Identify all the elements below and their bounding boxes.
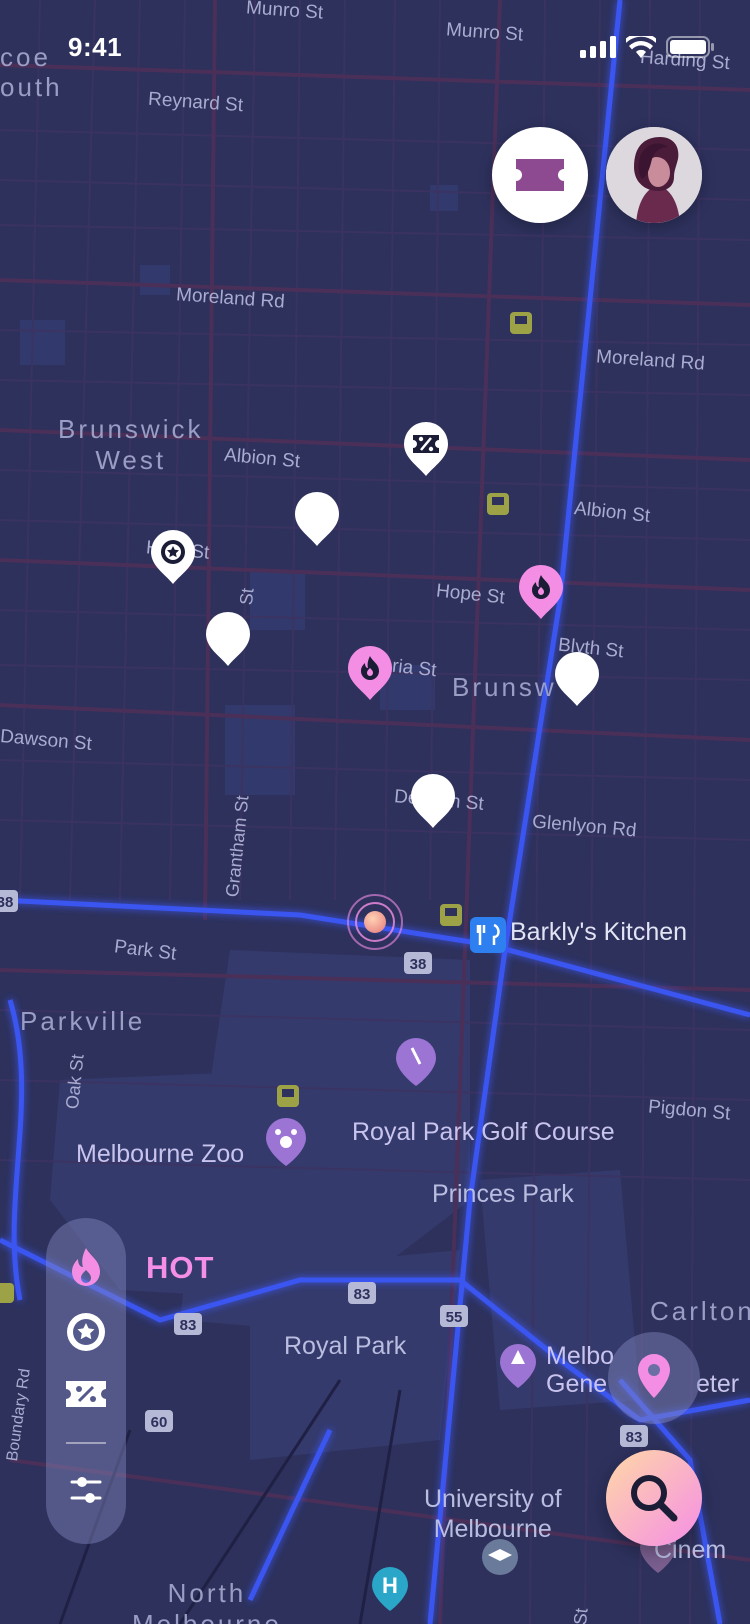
svg-text:H: H xyxy=(382,1573,398,1598)
area-label: Brunswick West xyxy=(58,414,204,475)
search-button[interactable] xyxy=(606,1450,702,1546)
star-badge-icon xyxy=(67,1313,105,1351)
street-label: St xyxy=(570,1607,592,1624)
search-icon xyxy=(631,1475,678,1522)
flame-icon xyxy=(72,1248,100,1286)
map-pin-featured[interactable] xyxy=(149,528,197,586)
user-avatar-button[interactable] xyxy=(606,127,702,223)
battery-icon xyxy=(666,36,714,58)
route-shield: 38 xyxy=(0,890,18,912)
map-pin[interactable] xyxy=(553,650,601,708)
svg-text:83: 83 xyxy=(626,1429,643,1446)
route-shield: 38 xyxy=(404,952,432,974)
filter-hot-button[interactable] xyxy=(62,1244,110,1292)
location-pin-icon xyxy=(638,1354,670,1398)
map-pin[interactable] xyxy=(204,610,252,668)
my-location-button[interactable] xyxy=(608,1332,700,1424)
route-shield: 83 xyxy=(348,1282,376,1304)
svg-text:83: 83 xyxy=(354,1286,371,1303)
route-shield: 55 xyxy=(440,1305,468,1327)
poi-label[interactable]: Melbo Gene xyxy=(546,1342,614,1398)
ticket-icon xyxy=(516,159,564,191)
user-location-marker xyxy=(347,894,403,950)
status-bar: 9:41 xyxy=(0,30,750,70)
user-avatar xyxy=(606,127,702,223)
map-pin-hot[interactable] xyxy=(517,563,565,621)
filter-settings-button[interactable] xyxy=(62,1466,110,1514)
filter-bar xyxy=(46,1218,126,1544)
tram-stop-icon xyxy=(277,1085,299,1107)
filter-deals-button[interactable] xyxy=(62,1370,110,1418)
filter-active-label: HOT xyxy=(146,1250,215,1285)
street-label: ria St xyxy=(391,655,438,682)
restaurant-poi-icon xyxy=(470,917,506,953)
svg-text:55: 55 xyxy=(446,1309,463,1326)
poi-label: eter xyxy=(696,1370,740,1398)
poi-label[interactable]: Barkly's Kitchen xyxy=(510,918,687,947)
tram-stop-icon xyxy=(440,904,462,926)
route-shield: 83 xyxy=(620,1425,648,1447)
route-shield: 60 xyxy=(145,1410,173,1432)
university-poi-icon xyxy=(482,1539,518,1575)
map-pin-discount[interactable] xyxy=(402,420,450,478)
star-badge-icon xyxy=(161,540,185,564)
svg-text:83: 83 xyxy=(180,1317,197,1334)
map-screen: 38 38 83 83 55 60 83 H Munro St Munro St… xyxy=(0,0,750,1624)
discount-ticket-icon xyxy=(66,1381,106,1407)
svg-text:60: 60 xyxy=(151,1414,168,1431)
map-pin[interactable] xyxy=(293,490,341,548)
wifi-icon xyxy=(626,36,656,58)
area-label: North Melbourne xyxy=(132,1578,282,1624)
area-label: Parkville xyxy=(20,1006,146,1036)
sliders-icon xyxy=(70,1477,102,1503)
area-label: Brunsw xyxy=(452,672,557,702)
poi-label[interactable]: Royal Park Golf Course xyxy=(352,1118,615,1147)
signal-icon xyxy=(580,36,616,58)
svg-text:38: 38 xyxy=(0,894,13,911)
tickets-button[interactable] xyxy=(492,127,588,223)
map-pin[interactable] xyxy=(409,772,457,830)
status-time: 9:41 xyxy=(68,32,123,62)
poi-label: Princes Park xyxy=(432,1180,574,1208)
svg-text:38: 38 xyxy=(410,956,427,973)
tram-stop-icon xyxy=(487,493,509,515)
tram-stop-icon xyxy=(0,1283,14,1303)
area-label: outh xyxy=(0,72,63,102)
map-pin-hot[interactable] xyxy=(346,644,394,702)
route-shield: 83 xyxy=(174,1313,202,1335)
filter-divider xyxy=(66,1442,106,1444)
tram-stop-icon xyxy=(510,312,532,334)
poi-label[interactable]: Melbourne Zoo xyxy=(76,1140,244,1169)
street-label: St xyxy=(236,587,258,607)
area-label: Carlton xyxy=(650,1296,750,1326)
poi-label[interactable]: University of Melbourne xyxy=(424,1484,562,1544)
filter-featured-button[interactable] xyxy=(62,1308,110,1356)
poi-label: Royal Park xyxy=(284,1332,407,1360)
